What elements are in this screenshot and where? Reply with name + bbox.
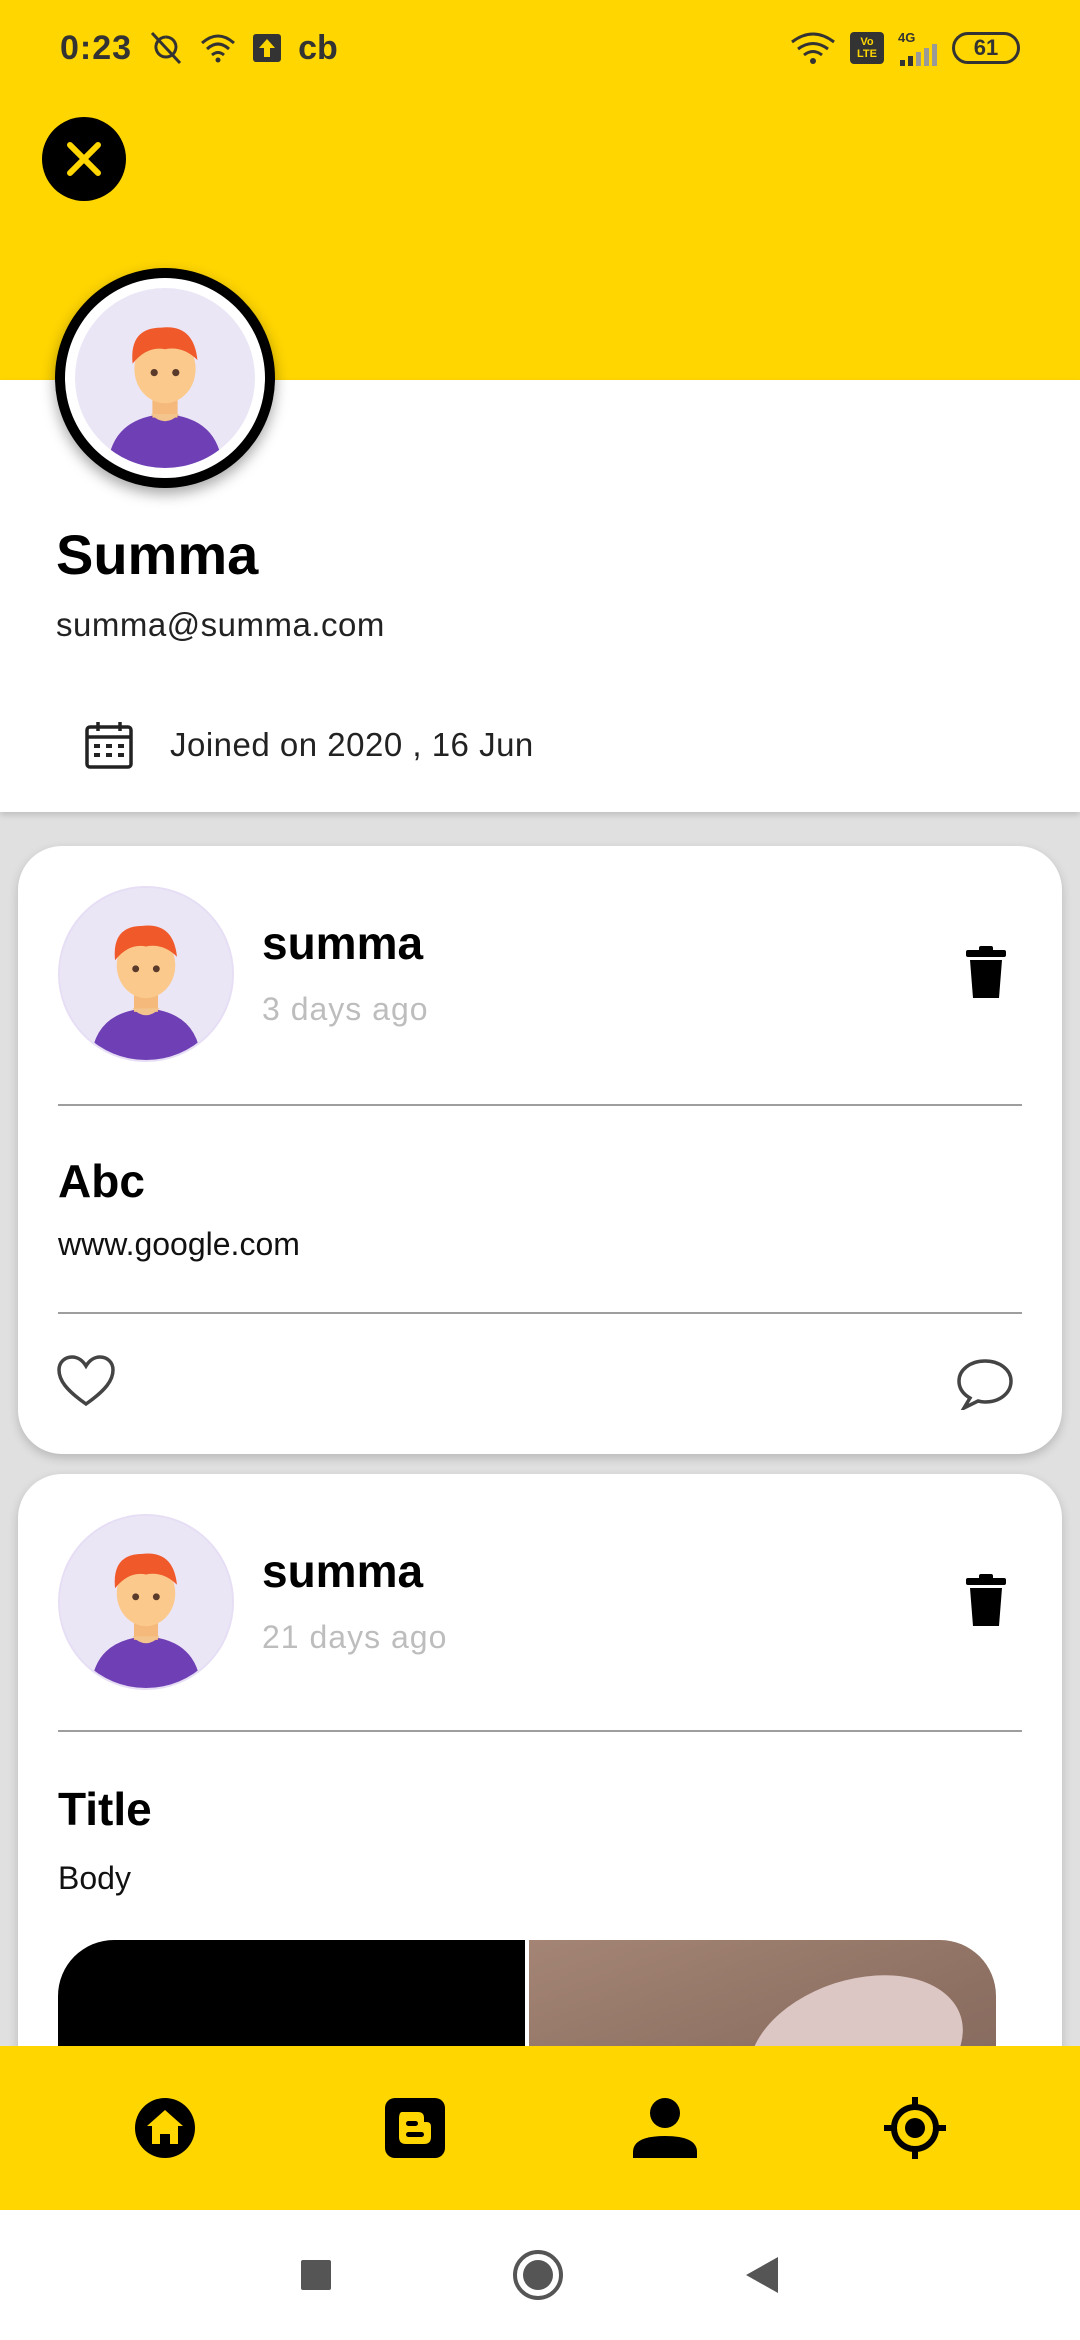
system-navigation-bar [0,2210,1080,2340]
volte-badge: Vo LTE [850,32,884,64]
nav-location[interactable] [875,2088,955,2168]
avatar-illustration [60,1516,232,1688]
network-type: 4G [898,29,916,45]
post-author[interactable]: summa [262,1544,423,1598]
location-target-icon [884,2097,946,2159]
nav-home[interactable] [125,2088,205,2168]
delete-icon[interactable] [966,946,1006,998]
profile-name: Summa [56,523,259,586]
delete-icon[interactable] [966,1574,1006,1626]
joined-row: Joined on 2020 , 16 Jun [84,720,534,770]
status-time: 0:23 [60,28,133,67]
divider [58,1104,1022,1106]
post-author[interactable]: summa [262,916,423,970]
avatar-illustration [60,888,232,1060]
wifi-icon [791,32,835,64]
calendar-icon [85,722,133,769]
battery-indicator: 61 [952,32,1020,64]
recents-icon[interactable] [300,2259,332,2291]
close-button[interactable] [42,117,126,201]
post-timestamp: 3 days ago [262,991,429,1027]
signal-icon [900,43,937,66]
avatar [58,1514,234,1690]
post-body: Body [58,1860,131,1896]
profile-avatar [55,268,275,488]
post-body: www.google.com [58,1226,300,1262]
nav-blog[interactable] [375,2088,455,2168]
post-timestamp: 21 days ago [262,1619,448,1655]
post-title: Title [58,1783,152,1835]
status-bar: 0:23 cb Vo LTE 4G 61 [0,0,1080,96]
comment-icon[interactable] [956,1358,1014,1410]
blogger-icon [385,2098,445,2158]
alarm-off-icon [150,31,182,65]
close-icon [67,142,101,176]
heart-icon[interactable] [56,1354,116,1408]
back-icon[interactable] [744,2255,780,2295]
joined-date: Joined on 2020 , 16 Jun [170,726,534,763]
person-icon [633,2098,697,2158]
upload-icon [253,34,282,62]
profile-email: summa@summa.com [56,606,385,643]
home-icon [135,2098,195,2158]
nav-profile[interactable] [625,2088,705,2168]
carrier-badge: cb [298,28,338,67]
avatar-illustration [75,288,255,468]
wifi-icon [201,34,236,63]
home-circle-icon[interactable] [512,2249,564,2301]
post-card[interactable]: summa 3 days ago Abc www.google.com [18,846,1062,1454]
avatar [58,886,234,1062]
divider [58,1730,1022,1732]
divider [58,1312,1022,1314]
bottom-navigation [0,2046,1080,2210]
post-title: Abc [58,1155,145,1207]
